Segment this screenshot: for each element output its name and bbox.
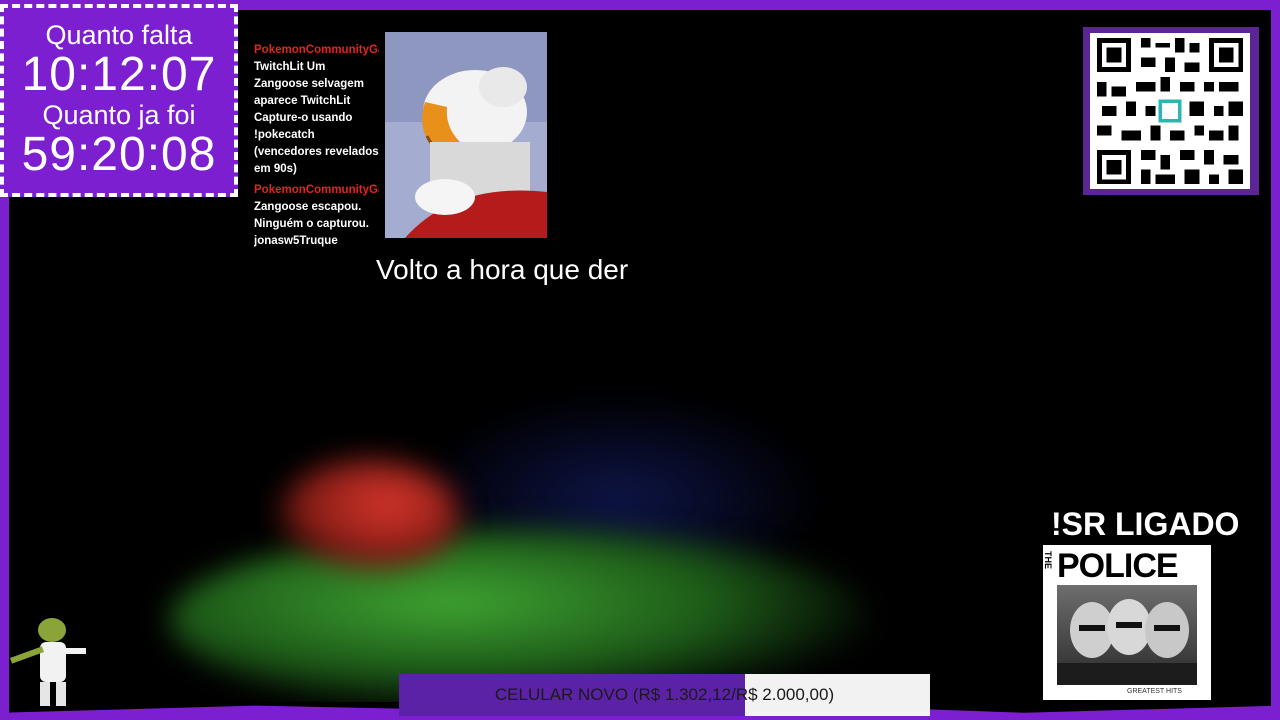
remaining-label: Quanto falta xyxy=(45,20,193,50)
album-photo xyxy=(1057,585,1197,685)
song-request-status: !SR LIGADO xyxy=(1051,506,1240,542)
sleeping-duck-image xyxy=(385,32,547,238)
dancing-mascot-image xyxy=(9,612,90,712)
chat-text: Zangoose escapou. Ninguém o capturou. jo… xyxy=(254,201,369,247)
frame-right xyxy=(1271,0,1280,720)
chat-message: PokemonCommunityGame: TwitchLit Um Zango… xyxy=(254,42,379,178)
chat-username: PokemonCommunityGame: xyxy=(254,184,379,196)
scene-sleeper xyxy=(279,460,459,570)
donation-goal-bar: CELULAR NOVO (R$ 1.302,12/R$ 2.000,00) xyxy=(399,674,930,716)
qr-code xyxy=(1090,33,1250,189)
chat-text: TwitchLit Um Zangoose selvagem aparece T… xyxy=(254,61,379,175)
elapsed-label: Quanto ja foi xyxy=(42,100,196,130)
chat-overlay: PokemonCommunityGame: TwitchLit Um Zango… xyxy=(254,42,379,290)
countdown-panel: Quanto falta 10:12:07 Quanto ja foi 59:2… xyxy=(0,4,238,197)
chat-message: PokemonCommunityGame: Zangoose escapou. … xyxy=(254,182,379,250)
qr-code-panel xyxy=(1083,27,1259,195)
album-cover: THE POLICE GREATEST HITS xyxy=(1043,545,1211,700)
album-the: THE xyxy=(1043,551,1053,569)
album-band: POLICE xyxy=(1057,547,1179,585)
elapsed-value: 59:20:08 xyxy=(21,128,217,181)
chat-username: PokemonCommunityGame: xyxy=(254,44,379,56)
status-message: Volto a hora que der xyxy=(376,254,629,285)
album-subtitle: GREATEST HITS xyxy=(1127,688,1182,695)
goal-label: CELULAR NOVO (R$ 1.302,12/R$ 2.000,00) xyxy=(494,685,835,704)
remaining-value: 10:12:07 xyxy=(21,48,217,101)
